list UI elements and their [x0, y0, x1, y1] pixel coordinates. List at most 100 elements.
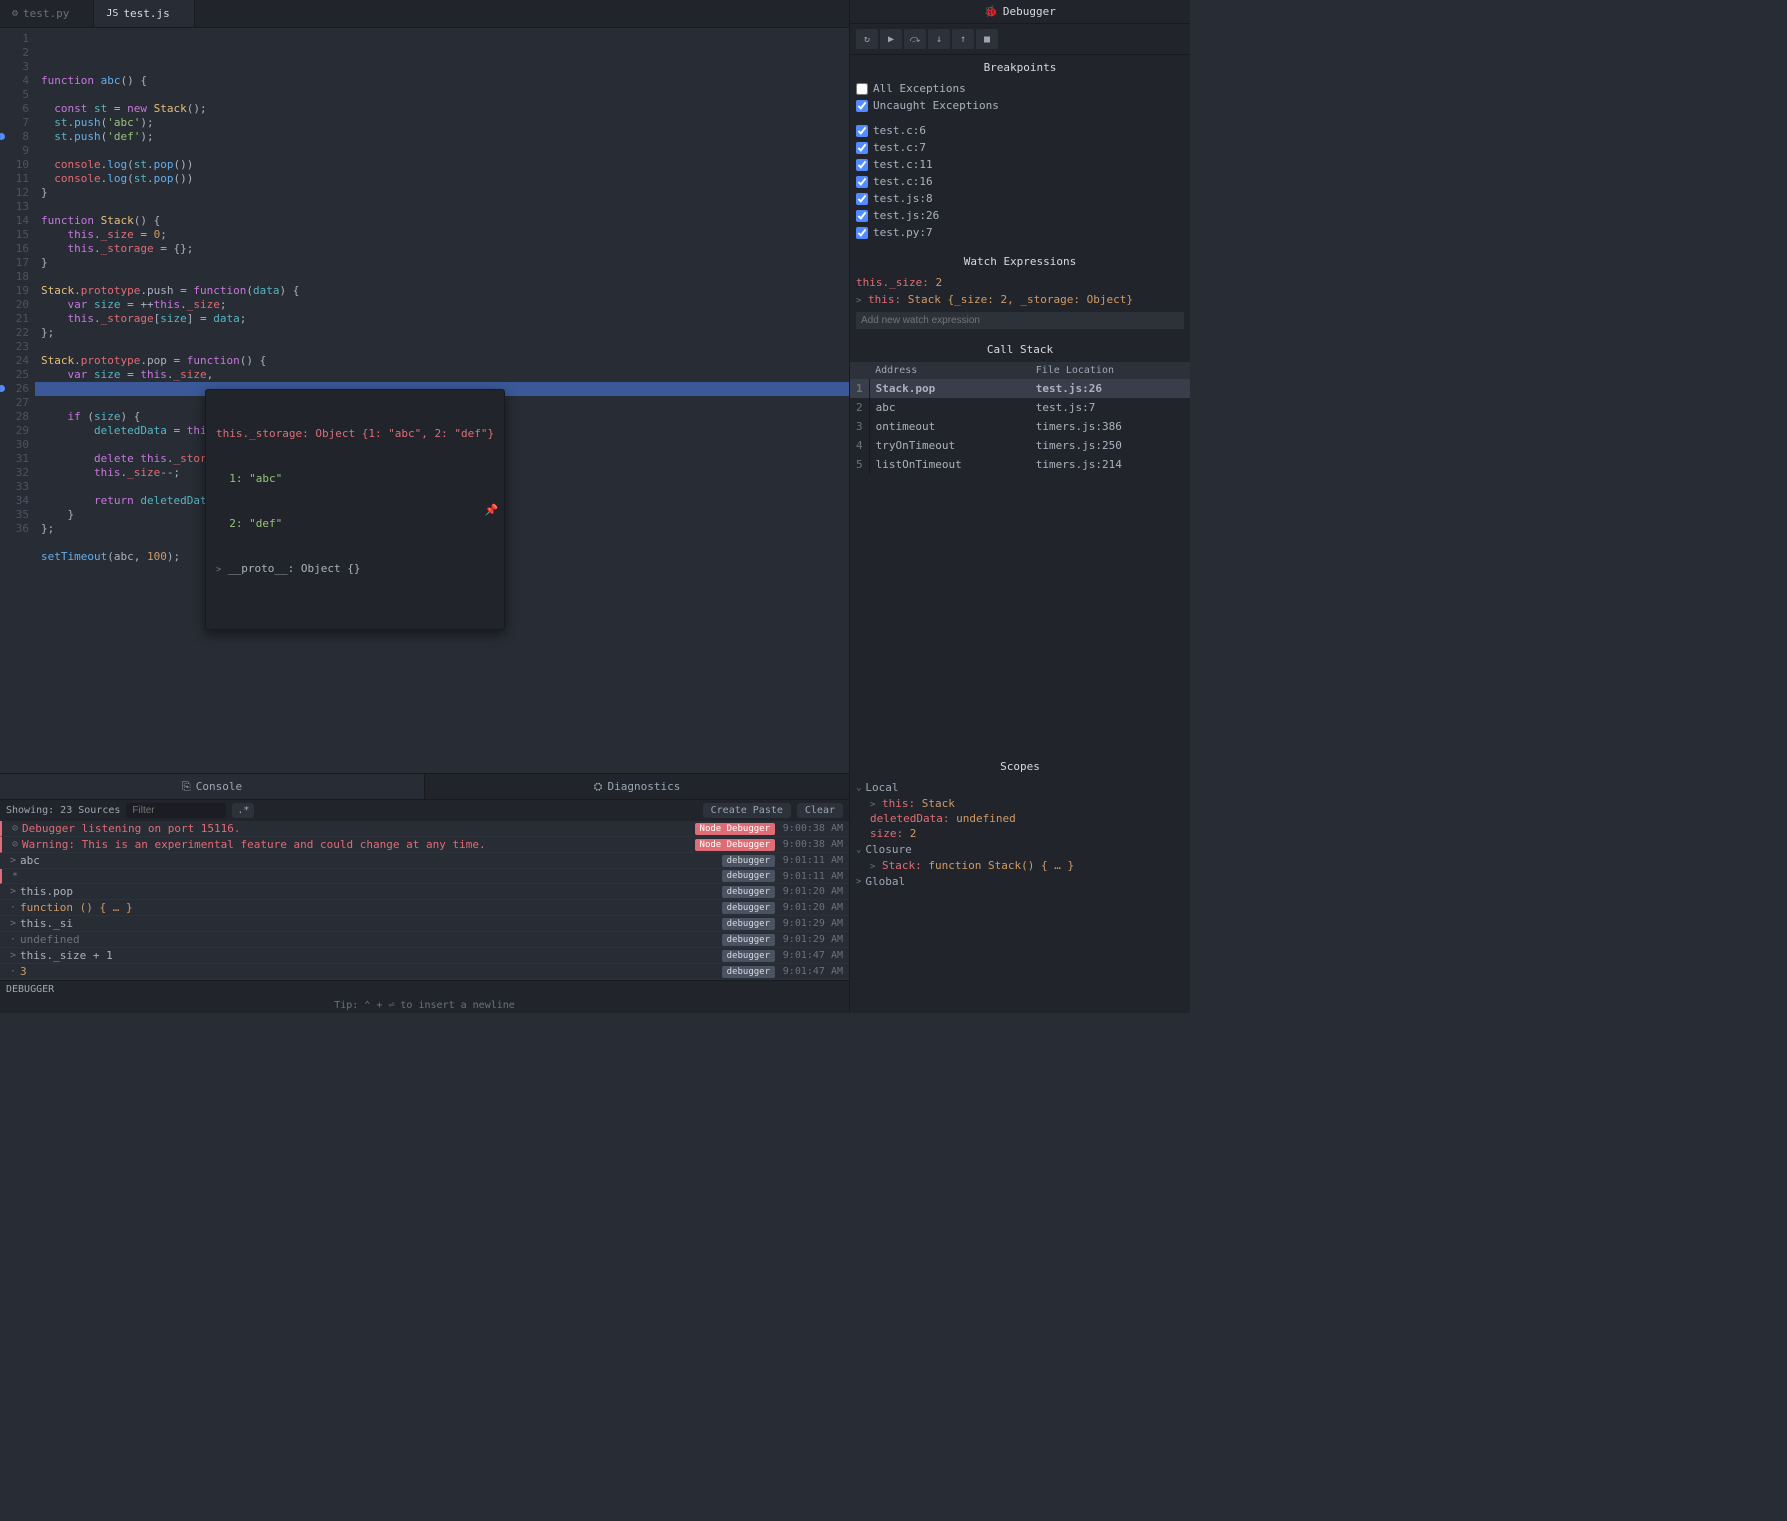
pin-icon[interactable]: 📌: [484, 502, 498, 517]
console-row[interactable]: >abcdebugger9:01:11 AM: [0, 853, 849, 869]
console-row[interactable]: ⊘Debugger listening on port 15116.Node D…: [0, 821, 849, 837]
console-row[interactable]: >this._sidebugger9:01:29 AM: [0, 916, 849, 932]
line-number[interactable]: 6: [0, 102, 29, 116]
editor-tab[interactable]: ⚙test.py: [0, 0, 94, 27]
line-number[interactable]: 15: [0, 228, 29, 242]
regex-toggle[interactable]: .*: [232, 803, 254, 818]
scope-variable[interactable]: size: 2: [856, 826, 1184, 841]
line-number[interactable]: 30: [0, 438, 29, 452]
code-line[interactable]: }: [41, 256, 849, 270]
breakpoint-item[interactable]: test.js:8: [856, 190, 1184, 207]
line-number[interactable]: 22: [0, 326, 29, 340]
line-number[interactable]: 3: [0, 60, 29, 74]
callstack-row[interactable]: 3ontimeouttimers.js:386: [850, 417, 1190, 436]
line-number[interactable]: 25: [0, 368, 29, 382]
editor-tab[interactable]: JStest.js: [94, 0, 194, 27]
breakpoint-item[interactable]: test.c:7: [856, 139, 1184, 156]
line-number[interactable]: 12: [0, 186, 29, 200]
line-number[interactable]: 23: [0, 340, 29, 354]
callstack-row[interactable]: 2abctest.js:7: [850, 398, 1190, 417]
console-row[interactable]: · function () { … }debugger9:01:20 AM: [0, 900, 849, 916]
breakpoint-item[interactable]: test.c:6: [856, 122, 1184, 139]
scope-header[interactable]: >Global: [856, 873, 1184, 890]
code-line[interactable]: const st = new Stack();: [41, 102, 849, 116]
line-number[interactable]: 21: [0, 312, 29, 326]
console-row[interactable]: >this.popdebugger9:01:20 AM: [0, 884, 849, 900]
stop-button[interactable]: ■: [976, 29, 998, 49]
code-editor[interactable]: 1234567891011121314151617181920212223242…: [0, 28, 849, 773]
breakpoint-item[interactable]: test.js:26: [856, 207, 1184, 224]
console-row[interactable]: ⊘Warning: This is an experimental featur…: [0, 837, 849, 853]
breakpoint-checkbox[interactable]: [856, 210, 868, 222]
console-sources-label[interactable]: Showing: 23 Sources: [6, 805, 120, 816]
line-number[interactable]: 24: [0, 354, 29, 368]
line-number[interactable]: 5: [0, 88, 29, 102]
line-number[interactable]: 34: [0, 494, 29, 508]
code-line[interactable]: [41, 340, 849, 354]
code-line[interactable]: Stack.prototype.pop = function() {: [41, 354, 849, 368]
console-filter-input[interactable]: [126, 803, 226, 818]
line-number[interactable]: 28: [0, 410, 29, 424]
code-line[interactable]: var size = this._size,: [41, 368, 849, 382]
code-line[interactable]: st.push('def');: [41, 130, 849, 144]
breakpoint-checkbox[interactable]: [856, 159, 868, 171]
breakpoint-checkbox[interactable]: [856, 83, 868, 95]
callstack-row[interactable]: 5listOnTimeouttimers.js:214: [850, 455, 1190, 474]
code-line[interactable]: [41, 200, 849, 214]
line-number[interactable]: 19: [0, 284, 29, 298]
breakpoint-checkbox[interactable]: [856, 176, 868, 188]
code-body[interactable]: this._storage: Object {1: "abc", 2: "def…: [35, 28, 849, 773]
line-number[interactable]: 27: [0, 396, 29, 410]
console-row[interactable]: ·undefineddebugger9:01:29 AM: [0, 932, 849, 948]
code-line[interactable]: console.log(st.pop()): [41, 158, 849, 172]
callstack-row[interactable]: 4tryOnTimeouttimers.js:250: [850, 436, 1190, 455]
code-line[interactable]: function Stack() {: [41, 214, 849, 228]
bottom-tab[interactable]: ⛭Diagnostics: [425, 774, 849, 799]
breakpoint-checkbox[interactable]: [856, 100, 868, 112]
console-row[interactable]: ·3debugger9:01:47 AM: [0, 964, 849, 980]
step-into-button[interactable]: ↓: [928, 29, 950, 49]
line-number[interactable]: 20: [0, 298, 29, 312]
step-out-button[interactable]: ↑: [952, 29, 974, 49]
scope-variable[interactable]: > Stack: function Stack() { … }: [856, 858, 1184, 873]
watch-item[interactable]: > this: Stack {_size: 2, _storage: Objec…: [856, 291, 1184, 308]
code-line[interactable]: [41, 88, 849, 102]
breakpoint-item[interactable]: test.c:11: [856, 156, 1184, 173]
restart-button[interactable]: ↻: [856, 29, 878, 49]
line-number[interactable]: 7: [0, 116, 29, 130]
line-number[interactable]: 35: [0, 508, 29, 522]
breakpoint-option[interactable]: Uncaught Exceptions: [856, 97, 1184, 114]
scope-header[interactable]: ⌄Local: [856, 779, 1184, 796]
line-number[interactable]: 1: [0, 32, 29, 46]
scope-variable[interactable]: deletedData: undefined: [856, 811, 1184, 826]
debugger-repl[interactable]: DEBUGGER: [0, 980, 849, 998]
clear-button[interactable]: Clear: [797, 803, 843, 818]
line-number[interactable]: 14: [0, 214, 29, 228]
line-number[interactable]: 29: [0, 424, 29, 438]
breakpoint-checkbox[interactable]: [856, 193, 868, 205]
breakpoint-checkbox[interactable]: [856, 125, 868, 137]
watch-input[interactable]: [856, 312, 1184, 329]
code-line[interactable]: [41, 270, 849, 284]
code-line[interactable]: console.log(st.pop()): [41, 172, 849, 186]
line-number[interactable]: 36: [0, 522, 29, 536]
code-line[interactable]: this._size = 0;: [41, 228, 849, 242]
console-row[interactable]: >this._size + 1debugger9:01:47 AM: [0, 948, 849, 964]
scope-variable[interactable]: > this: Stack: [856, 796, 1184, 811]
line-number[interactable]: 8: [0, 130, 29, 144]
resume-button[interactable]: ▶: [880, 29, 902, 49]
code-line[interactable]: Stack.prototype.push = function(data) {: [41, 284, 849, 298]
callstack-row[interactable]: 1Stack.poptest.js:26: [850, 379, 1190, 398]
scope-header[interactable]: ⌄Closure: [856, 841, 1184, 858]
breakpoint-checkbox[interactable]: [856, 142, 868, 154]
line-number[interactable]: 18: [0, 270, 29, 284]
breakpoint-item[interactable]: test.py:7: [856, 224, 1184, 241]
line-number[interactable]: 13: [0, 200, 29, 214]
step-over-button[interactable]: ⤼: [904, 29, 926, 49]
line-number[interactable]: 33: [0, 480, 29, 494]
line-number[interactable]: 16: [0, 242, 29, 256]
line-number[interactable]: 2: [0, 46, 29, 60]
line-number[interactable]: 26: [0, 382, 29, 396]
line-number[interactable]: 11: [0, 172, 29, 186]
create-paste-button[interactable]: Create Paste: [703, 803, 791, 818]
